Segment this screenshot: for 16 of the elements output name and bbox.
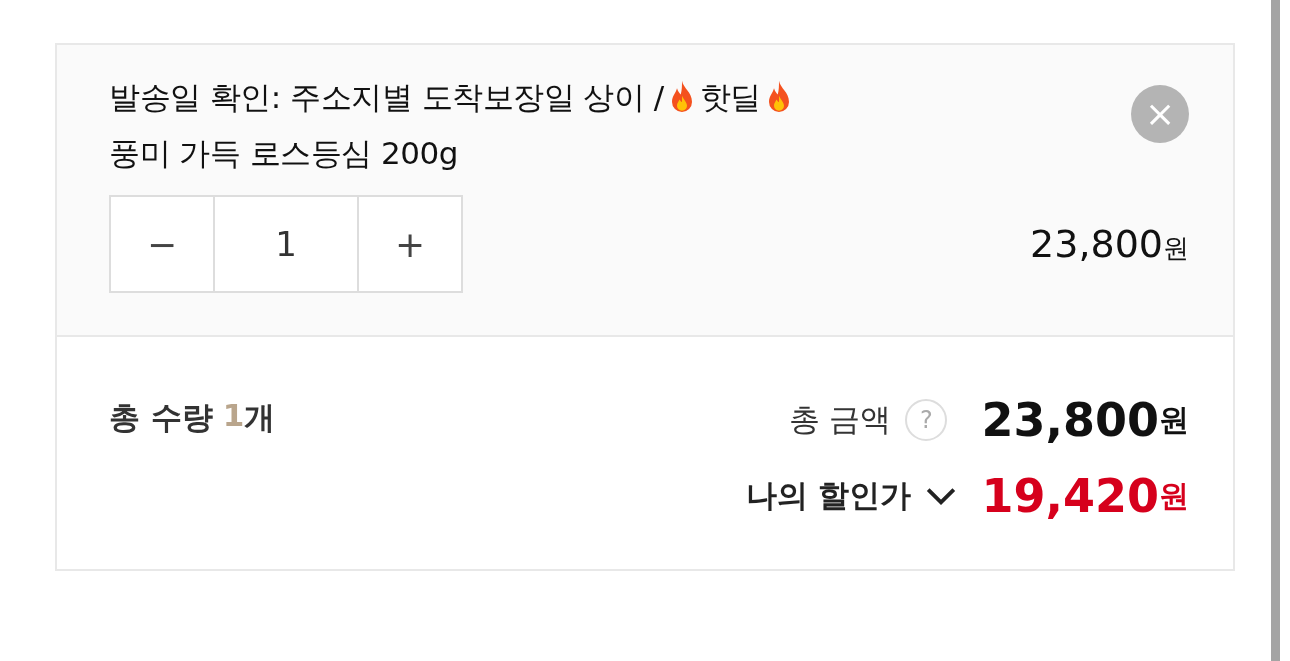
- item-price: 23,800: [1030, 222, 1163, 266]
- product-title: 핫딜: [699, 78, 761, 117]
- currency-unit: 원: [1159, 401, 1189, 439]
- total-amount: 23,800: [981, 393, 1159, 447]
- product-title: 발송일 확인: 주소지별 도착보장일 상이 /: [109, 78, 664, 117]
- total-quantity-count: 1: [222, 397, 245, 435]
- product-title: 풍미 가득 로스등심 200g: [109, 134, 458, 173]
- total-quantity-label: 총 수량: [109, 398, 213, 437]
- discount-price: 19,420: [981, 469, 1159, 523]
- currency-unit: 원: [1159, 477, 1189, 515]
- chevron-down-icon[interactable]: [925, 486, 958, 506]
- currency-unit: 원: [1163, 232, 1189, 265]
- discount-price-label: 나의 할인가: [745, 476, 912, 515]
- quantity-unit: 개: [244, 398, 276, 437]
- scrollbar[interactable]: [1271, 0, 1280, 661]
- total-amount-label: 총 금액: [788, 400, 892, 439]
